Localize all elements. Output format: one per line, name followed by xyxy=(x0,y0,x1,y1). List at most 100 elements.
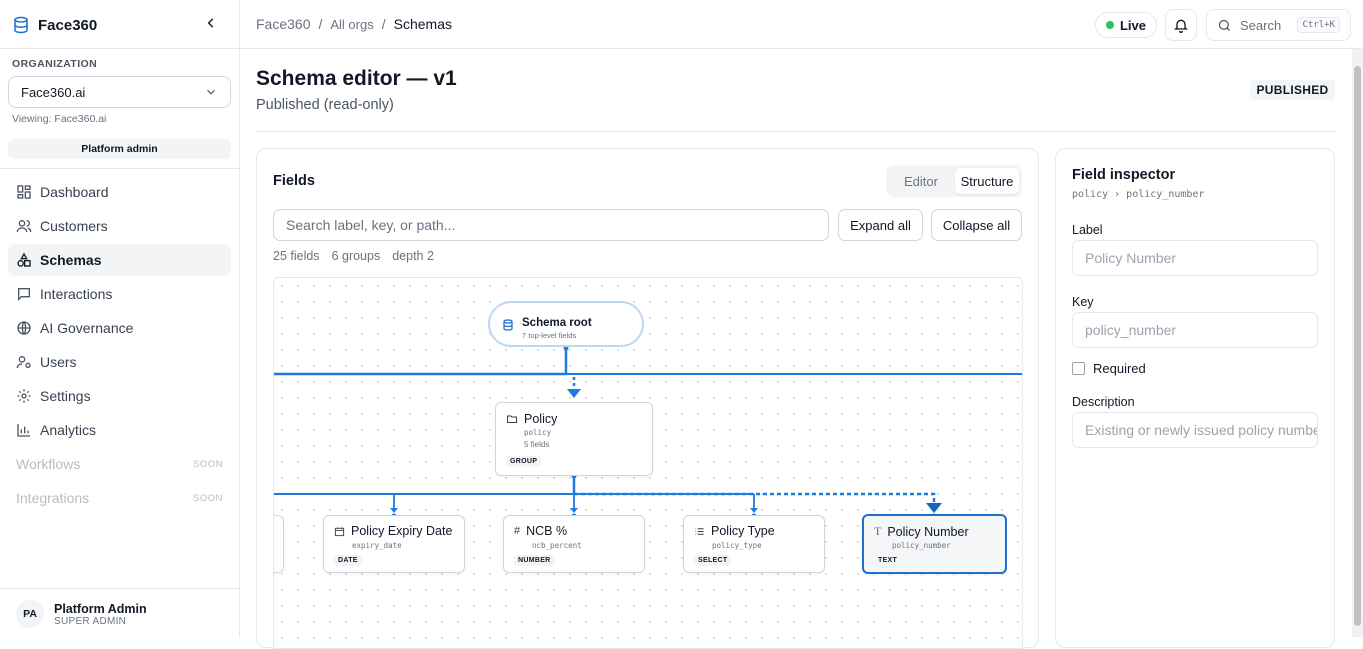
hash-icon: # xyxy=(514,525,521,537)
sidebar-item-label: Interactions xyxy=(40,286,113,302)
field-node-policy-number[interactable]: T Policy Number policy_number TEXT xyxy=(862,514,1007,574)
description-input[interactable]: Existing or newly issued policy number xyxy=(1072,412,1318,448)
sidebar-item-analytics[interactable]: Analytics xyxy=(8,414,231,446)
node-key: policy xyxy=(524,428,552,437)
required-checkbox[interactable]: Required xyxy=(1072,361,1146,376)
sidebar-item-integrations: Integrations SOON xyxy=(8,482,231,514)
label-input[interactable]: Policy Number xyxy=(1072,240,1318,276)
breadcrumb-current: Schemas xyxy=(393,16,452,32)
node-title: Policy xyxy=(524,412,558,426)
chevron-left-icon xyxy=(207,18,214,28)
field-node-policy-type[interactable]: Policy Type policy_type SELECT xyxy=(683,515,825,573)
organization-value: Face360.ai xyxy=(21,84,86,100)
node-key: ncb_percent xyxy=(532,541,582,550)
key-input[interactable]: policy_number xyxy=(1072,312,1318,348)
inspector-title: Field inspector xyxy=(1072,167,1176,183)
scrollbar-thumb[interactable] xyxy=(1354,66,1361,626)
collapse-all-button[interactable]: Collapse all xyxy=(931,209,1022,241)
calendar-icon xyxy=(334,526,345,536)
sidebar-item-label: Settings xyxy=(40,388,91,404)
user-cog-icon xyxy=(16,354,32,370)
inspector-path: policy › policy_number xyxy=(1072,189,1205,200)
node-field-count: 5 fields xyxy=(524,440,550,449)
node-key: policy_type xyxy=(712,541,762,550)
sidebar-item-label: Users xyxy=(40,354,77,370)
brand-name: Face360 xyxy=(38,16,98,34)
divider xyxy=(0,588,239,589)
user-profile[interactable]: PA Platform Admin SUPER ADMIN xyxy=(16,600,147,628)
sidebar-item-dashboard[interactable]: Dashboard xyxy=(8,176,231,208)
breadcrumb-item[interactable]: All orgs xyxy=(330,17,373,32)
sidebar-item-schemas[interactable]: Schemas xyxy=(8,244,231,276)
topbar: Face360 / All orgs / Schemas Live Search… xyxy=(240,0,1363,49)
chevron-down-icon xyxy=(207,89,215,95)
node-title: Policy Expiry Date xyxy=(351,524,453,538)
label-field-title: Label xyxy=(1072,223,1103,237)
status-badge: PUBLISHED xyxy=(1250,80,1335,100)
sidebar-item-interactions[interactable]: Interactions xyxy=(8,278,231,310)
field-node-partial[interactable] xyxy=(274,515,284,573)
database-icon xyxy=(14,16,28,34)
field-node-expiry-date[interactable]: Policy Expiry Date expiry_date DATE xyxy=(323,515,465,573)
text-icon: T xyxy=(874,524,882,538)
viewing-org-text: Viewing: Face360.ai xyxy=(12,113,107,125)
search-label: Search xyxy=(1240,17,1282,33)
sidebar-item-ai-governance[interactable]: AI Governance xyxy=(8,312,231,344)
folder-icon xyxy=(507,415,517,423)
type-badge: SELECT xyxy=(694,555,732,566)
tab-editor[interactable]: Editor xyxy=(889,168,953,194)
divider xyxy=(256,131,1335,132)
type-badge: NUMBER xyxy=(514,555,555,566)
node-title: Schema root xyxy=(522,317,592,329)
users-icon xyxy=(16,218,32,234)
divider xyxy=(0,48,239,49)
bar-chart-icon xyxy=(16,422,32,438)
shortcut-hint: Ctrl+K xyxy=(1297,17,1340,33)
key-field-title: Key xyxy=(1072,295,1094,309)
bell-icon xyxy=(1174,19,1188,33)
shapes-icon xyxy=(16,252,32,268)
breadcrumb: Face360 / All orgs / Schemas xyxy=(256,16,452,32)
group-node-policy[interactable]: Policy policy 5 fields GROUP xyxy=(495,402,653,476)
sidebar-item-label: AI Governance xyxy=(40,320,134,336)
notifications-button[interactable] xyxy=(1165,9,1197,41)
required-label: Required xyxy=(1093,361,1146,376)
sidebar-item-settings[interactable]: Settings xyxy=(8,380,231,412)
node-title: NCB % xyxy=(526,524,568,538)
description-field-title: Description xyxy=(1072,395,1135,409)
sidebar-item-customers[interactable]: Customers xyxy=(8,210,231,242)
tab-structure[interactable]: Structure xyxy=(955,168,1019,194)
brand[interactable]: Face360 xyxy=(12,14,97,36)
breadcrumb-item[interactable]: Face360 xyxy=(256,16,310,32)
field-count: 25 fields xyxy=(273,249,320,263)
field-inspector: Field inspector policy › policy_number L… xyxy=(1055,148,1335,648)
live-dot-icon xyxy=(1105,21,1114,29)
field-search-input[interactable]: Search label, key, or path... xyxy=(273,209,829,241)
organization-select[interactable]: Face360.ai xyxy=(8,76,231,108)
global-search-button[interactable]: Search Ctrl+K xyxy=(1206,9,1351,41)
dashboard-icon xyxy=(16,184,32,200)
page-title: Schema editor — v1 xyxy=(256,67,457,90)
type-badge: GROUP xyxy=(506,456,542,467)
fields-panel: Fields Editor Structure Search label, ke… xyxy=(256,148,1039,649)
organization-label: ORGANIZATION xyxy=(12,58,98,70)
sidebar-item-label: Workflows xyxy=(16,456,81,472)
fields-title: Fields xyxy=(273,173,315,189)
gear-icon xyxy=(16,388,32,404)
sidebar-item-users[interactable]: Users xyxy=(8,346,231,378)
live-label: Live xyxy=(1119,17,1146,33)
view-toggle: Editor Structure xyxy=(886,165,1022,197)
list-icon xyxy=(695,527,704,535)
schema-root-node[interactable]: Schema root 7 top-level fields xyxy=(488,301,644,347)
structure-canvas[interactable]: Schema root 7 top-level fields Policy po… xyxy=(273,277,1023,649)
expand-all-button[interactable]: Expand all xyxy=(838,209,923,241)
node-title: Policy Number xyxy=(887,524,969,539)
depth: depth 2 xyxy=(392,249,434,263)
group-count: 6 groups xyxy=(331,249,381,263)
avatar: PA xyxy=(16,600,44,628)
field-node-ncb-percent[interactable]: # NCB % ncb_percent NUMBER xyxy=(503,515,645,573)
sidebar-item-label: Customers xyxy=(40,218,108,234)
live-status-button[interactable]: Live xyxy=(1095,12,1157,38)
collapse-sidebar-button[interactable] xyxy=(203,15,219,31)
node-key: expiry_date xyxy=(352,541,402,550)
